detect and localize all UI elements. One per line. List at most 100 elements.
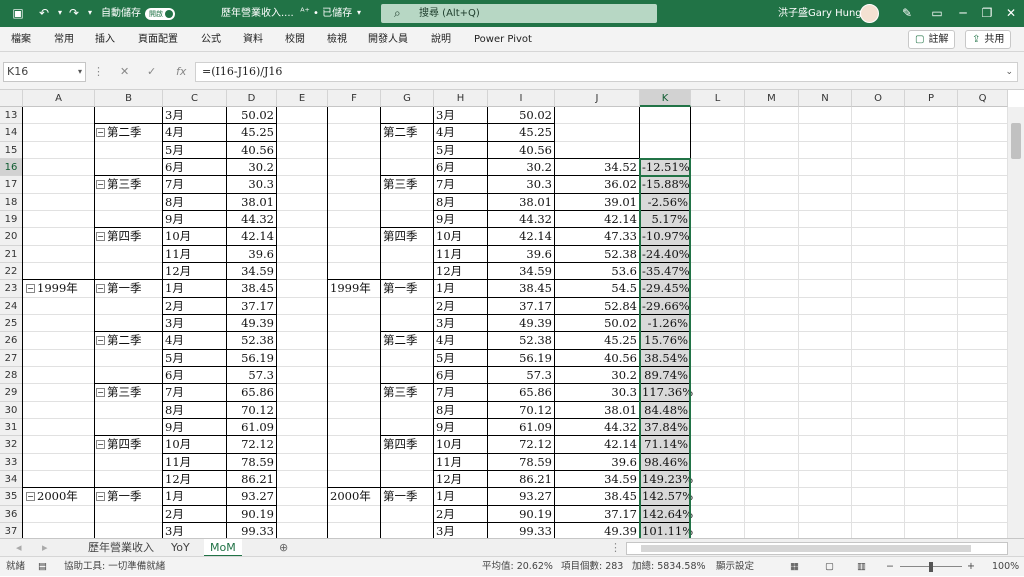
tab-help[interactable]: 說明 <box>431 27 451 52</box>
year-label[interactable]: 2000年 <box>328 488 380 505</box>
row-header-18[interactable]: 18 <box>0 193 23 211</box>
restore-icon[interactable]: ❐ <box>979 5 995 21</box>
macro-record-icon[interactable]: ▤ <box>38 557 47 577</box>
value-cell[interactable]: 86.21 <box>227 471 276 488</box>
row-header-34[interactable]: 34 <box>0 470 23 489</box>
month-cell[interactable]: 5月 <box>163 350 226 367</box>
mom-change-cell[interactable]: -2.56% <box>640 194 690 211</box>
value-cell[interactable]: 49.39 <box>488 315 554 332</box>
row-header-17[interactable]: 17 <box>0 176 23 194</box>
month-cell[interactable]: 10月 <box>434 436 487 453</box>
month-cell[interactable]: 7月 <box>163 176 226 193</box>
mom-change-cell[interactable]: 89.74% <box>640 367 690 384</box>
column-header-h[interactable]: H <box>434 90 488 107</box>
month-cell[interactable]: 5月 <box>434 350 487 367</box>
month-cell[interactable]: 5月 <box>163 142 226 159</box>
row-header-20[interactable]: 20 <box>0 228 23 246</box>
select-all-corner[interactable] <box>0 90 23 107</box>
expand-formula-bar-icon[interactable]: ⌄ <box>1005 63 1013 81</box>
minimize-icon[interactable]: ─ <box>955 5 971 21</box>
mom-change-cell[interactable]: -29.45% <box>640 280 690 297</box>
value-cell[interactable]: 40.56 <box>488 142 554 159</box>
month-cell[interactable]: 6月 <box>434 367 487 384</box>
month-cell[interactable]: 11月 <box>434 454 487 471</box>
row-header-16[interactable]: 16 <box>0 158 23 177</box>
sensitivity-icon[interactable]: ᴬ⁺ <box>297 5 313 21</box>
value-cell[interactable]: 61.09 <box>227 419 276 436</box>
accessibility-status[interactable]: 協助工具: 一切準備就緒 <box>64 557 165 577</box>
previous-value-cell[interactable]: 34.59 <box>555 471 639 488</box>
formula-input[interactable]: =(I16-J16)/J16 ⌄ <box>195 62 1018 82</box>
tab-formulas[interactable]: 公式 <box>201 27 221 52</box>
value-cell[interactable]: 38.45 <box>227 280 276 297</box>
previous-value-cell[interactable]: 38.45 <box>555 488 639 505</box>
column-header-a[interactable]: A <box>23 90 95 107</box>
month-cell[interactable]: 11月 <box>163 454 226 471</box>
vertical-scroll-thumb[interactable] <box>1011 123 1021 159</box>
value-cell[interactable]: 99.33 <box>488 523 554 538</box>
row-header-22[interactable]: 22 <box>0 262 23 281</box>
mom-change-cell[interactable]: 71.14% <box>640 436 690 453</box>
mom-change-cell[interactable]: -1.26% <box>640 315 690 332</box>
sheet-scroll-left-icon[interactable]: ◂ <box>10 539 28 557</box>
row-header-35[interactable]: 35 <box>0 488 23 506</box>
month-cell[interactable]: 3月 <box>434 315 487 332</box>
avatar[interactable] <box>860 4 879 23</box>
quarter-label[interactable]: 第一季 <box>381 488 433 505</box>
previous-value-cell[interactable]: 39.01 <box>555 194 639 211</box>
normal-view-icon[interactable]: ▦ <box>790 557 799 577</box>
value-cell[interactable]: 30.3 <box>227 176 276 193</box>
mom-change-cell[interactable]: 98.46% <box>640 454 690 471</box>
year-label[interactable]: 1999年 <box>328 280 380 297</box>
previous-value-cell[interactable]: 53.6 <box>555 263 639 280</box>
quarter-label[interactable]: 第四季 <box>381 436 433 453</box>
save-icon[interactable]: ▣ <box>10 5 26 21</box>
value-cell[interactable]: 56.19 <box>227 350 276 367</box>
column-header-k[interactable]: K <box>640 90 691 107</box>
insert-function-icon[interactable]: fx <box>176 62 186 82</box>
vertical-scrollbar[interactable] <box>1008 107 1024 538</box>
column-header-e[interactable]: E <box>277 90 328 107</box>
previous-value-cell[interactable]: 50.02 <box>555 315 639 332</box>
more-commands-icon[interactable]: ▾ <box>82 5 98 21</box>
value-cell[interactable]: 72.12 <box>488 436 554 453</box>
column-header-m[interactable]: M <box>745 90 799 107</box>
value-cell[interactable]: 39.6 <box>488 246 554 263</box>
tab-view[interactable]: 檢視 <box>327 27 347 52</box>
tab-review[interactable]: 校閱 <box>285 27 305 52</box>
value-cell[interactable]: 52.38 <box>227 332 276 349</box>
month-cell[interactable]: 7月 <box>163 384 226 401</box>
month-cell[interactable]: 10月 <box>434 228 487 245</box>
comments-button[interactable]: ▢ 註解 <box>908 30 956 49</box>
row-header-36[interactable]: 36 <box>0 505 23 523</box>
quarter-label[interactable]: 第一季 <box>95 488 162 505</box>
month-cell[interactable]: 12月 <box>434 471 487 488</box>
mom-change-cell[interactable]: -24.40% <box>640 246 690 263</box>
quarter-label[interactable]: 第三季 <box>381 384 433 401</box>
value-cell[interactable]: 30.2 <box>488 159 554 176</box>
previous-value-cell[interactable]: 54.5 <box>555 280 639 297</box>
month-cell[interactable]: 1月 <box>163 488 226 505</box>
value-cell[interactable]: 37.17 <box>488 298 554 315</box>
mom-change-cell[interactable]: -15.88% <box>640 176 690 193</box>
previous-value-cell[interactable]: 40.56 <box>555 350 639 367</box>
horizontal-scroll-thumb[interactable] <box>641 545 971 552</box>
display-settings-button[interactable]: 顯示設定 <box>716 557 754 577</box>
month-cell[interactable]: 11月 <box>163 246 226 263</box>
column-header-f[interactable]: F <box>328 90 381 107</box>
month-cell[interactable]: 3月 <box>163 107 226 124</box>
row-header-27[interactable]: 27 <box>0 349 23 367</box>
month-cell[interactable]: 9月 <box>163 211 226 228</box>
month-cell[interactable]: 2月 <box>163 506 226 523</box>
document-title[interactable]: 歷年營業收入.... <box>221 0 294 27</box>
sheet-tab-revenue[interactable]: 歷年營業收入 <box>82 539 160 557</box>
quarter-label[interactable]: 第四季 <box>381 228 433 245</box>
previous-value-cell[interactable]: 30.2 <box>555 367 639 384</box>
row-header-13[interactable]: 13 <box>0 107 23 125</box>
year-label[interactable]: 1999年 <box>23 280 94 297</box>
row-header-30[interactable]: 30 <box>0 401 23 419</box>
column-header-d[interactable]: D <box>227 90 277 107</box>
mom-change-cell[interactable]: -29.66% <box>640 298 690 315</box>
mom-change-cell[interactable]: 117.36% <box>640 384 693 401</box>
sheet-scroll-right-icon[interactable]: ▸ <box>36 539 54 557</box>
